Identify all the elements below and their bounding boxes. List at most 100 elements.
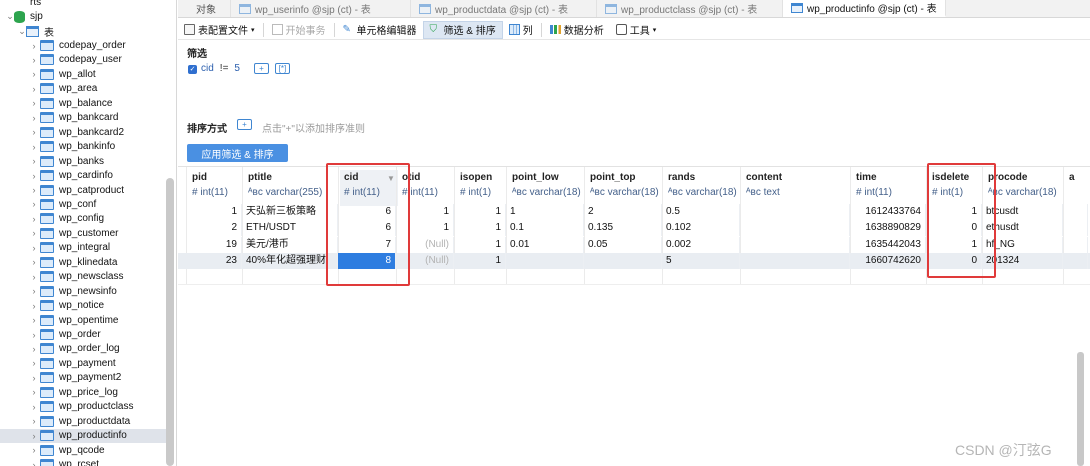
chevron-right-icon[interactable]: ›: [30, 272, 38, 282]
chevron-right-icon[interactable]: ›: [30, 445, 38, 455]
sidebar-table-item[interactable]: › wp_payment2: [0, 371, 166, 385]
cell-ptitle[interactable]: ETH/USDT: [242, 220, 338, 237]
sidebar-table-item[interactable]: › wp_order_log: [0, 342, 166, 356]
chevron-right-icon[interactable]: ›: [30, 214, 38, 224]
chevron-right-icon[interactable]: ›: [30, 171, 38, 181]
tab-0[interactable]: 对象: [178, 0, 231, 17]
chevron-right-icon[interactable]: ›: [30, 113, 38, 123]
add-sort-button[interactable]: +: [237, 119, 252, 130]
sidebar-table-item[interactable]: › wp_order: [0, 327, 166, 341]
tree-node-db[interactable]: ⌄ sjp: [0, 9, 166, 23]
chevron-right-icon[interactable]: ›: [30, 41, 38, 51]
chevron-right-icon[interactable]: ›: [30, 84, 38, 94]
data-analysis-button[interactable]: 数据分析: [544, 21, 610, 39]
cell-point_top[interactable]: 0.05: [584, 236, 662, 253]
chevron-right-icon[interactable]: ›: [30, 402, 38, 412]
sidebar-table-item[interactable]: › codepay_order: [0, 38, 166, 52]
apply-filter-sort-button[interactable]: 应用筛选 & 排序: [187, 144, 288, 162]
column-header-point_low[interactable]: point_low ᴬʙᴄ varchar(18): [508, 170, 586, 206]
cell-rands[interactable]: 0.102: [662, 220, 740, 237]
chevron-right-icon[interactable]: ›: [30, 460, 38, 466]
chevron-right-icon[interactable]: ›: [30, 315, 38, 325]
tab-3[interactable]: wp_productclass @sjp (ct) - 表: [597, 0, 783, 17]
cell-point_top[interactable]: [584, 253, 662, 270]
sidebar-table-item[interactable]: › wp_newsclass: [0, 270, 166, 284]
sidebar-table-item[interactable]: › wp_balance: [0, 96, 166, 110]
chevron-right-icon[interactable]: ›: [30, 243, 38, 253]
chevron-right-icon[interactable]: ›: [30, 156, 38, 166]
cell-isopen[interactable]: 1: [454, 204, 506, 220]
sidebar-table-item[interactable]: › wp_rcset: [0, 457, 166, 466]
cell-pid[interactable]: 19: [186, 236, 242, 253]
chevron-right-icon[interactable]: ›: [30, 185, 38, 195]
chevron-right-icon[interactable]: ›: [30, 127, 38, 137]
cell-content[interactable]: [740, 236, 850, 253]
chevron-right-icon[interactable]: ›: [30, 55, 38, 65]
tab-1[interactable]: wp_userinfo @sjp (ct) - 表: [231, 0, 411, 17]
chevron-right-icon[interactable]: ›: [30, 416, 38, 426]
chevron-right-icon[interactable]: ›: [30, 98, 38, 108]
sidebar-table-item[interactable]: › wp_productdata: [0, 414, 166, 428]
sidebar-table-item[interactable]: › wp_payment: [0, 356, 166, 370]
sidebar-table-item[interactable]: › wp_productclass: [0, 400, 166, 414]
cell-ptitle[interactable]: 天弘新三板策略: [242, 204, 338, 220]
sidebar-scrollbar[interactable]: [166, 178, 174, 466]
filter-condition[interactable]: cid != 5 + [*]: [201, 63, 290, 74]
cell-isopen[interactable]: 1: [454, 220, 506, 237]
sidebar-table-item[interactable]: › wp_banks: [0, 154, 166, 168]
columns-button[interactable]: 列: [503, 21, 539, 39]
cell-pid[interactable]: 2: [186, 220, 242, 237]
cell-a[interactable]: [1063, 204, 1088, 220]
cell-time[interactable]: 1635442043: [850, 236, 926, 253]
cell-time[interactable]: 1612433764: [850, 204, 926, 220]
vertical-scrollbar[interactable]: [1077, 352, 1084, 466]
cell-point_low[interactable]: 0.01: [506, 236, 584, 253]
sidebar-table-item[interactable]: › wp_qcode: [0, 443, 166, 457]
chevron-right-icon[interactable]: ›: [30, 330, 38, 340]
sidebar-table-item[interactable]: › wp_catproduct: [0, 183, 166, 197]
cell-ptitle[interactable]: 美元/港币: [242, 236, 338, 253]
sidebar-table-item[interactable]: › wp_integral: [0, 241, 166, 255]
add-bracket-button[interactable]: [*]: [274, 63, 290, 74]
chevron-right-icon[interactable]: ›: [30, 373, 38, 383]
sidebar-table-item[interactable]: › wp_cardinfo: [0, 168, 166, 182]
column-header-procode[interactable]: procode ᴬʙᴄ varchar(18): [984, 170, 1065, 206]
chevron-right-icon[interactable]: ›: [30, 69, 38, 79]
filter-value[interactable]: 5: [234, 63, 240, 74]
cell-pid[interactable]: 1: [186, 204, 242, 220]
sidebar-table-item[interactable]: › wp_bankcard: [0, 111, 166, 125]
chevron-down-icon[interactable]: ⌄: [6, 11, 14, 22]
cell-a[interactable]: [1063, 253, 1088, 270]
sidebar-table-item[interactable]: › wp_newsinfo: [0, 284, 166, 298]
chevron-right-icon[interactable]: ›: [30, 358, 38, 368]
cell-point_top[interactable]: 2: [584, 204, 662, 220]
cell-point_low[interactable]: [506, 253, 584, 270]
column-header-rands[interactable]: rands ᴬʙᴄ varchar(18): [664, 170, 742, 206]
chevron-right-icon[interactable]: ›: [30, 142, 38, 152]
cell-isopen[interactable]: 1: [454, 253, 506, 270]
sidebar-table-item[interactable]: › wp_conf: [0, 197, 166, 211]
sidebar-table-item[interactable]: › wp_bankinfo: [0, 140, 166, 154]
sidebar-table-item[interactable]: › wp_allot: [0, 67, 166, 81]
chevron-right-icon[interactable]: ›: [30, 228, 38, 238]
cell-content[interactable]: [740, 220, 850, 237]
add-condition-button[interactable]: +: [253, 63, 269, 74]
sidebar-table-item[interactable]: › wp_productinfo: [0, 428, 166, 443]
cell-isopen[interactable]: 1: [454, 236, 506, 253]
cell-a[interactable]: [1063, 236, 1088, 253]
tools-button[interactable]: 工具 ▾: [610, 21, 663, 39]
tab-4[interactable]: wp_productinfo @sjp (ct) - 表: [783, 0, 946, 17]
chevron-down-icon[interactable]: ⌄: [18, 26, 26, 37]
filter-field[interactable]: cid: [201, 63, 214, 74]
chevron-right-icon[interactable]: ›: [30, 199, 38, 209]
cell-content[interactable]: [740, 204, 850, 220]
filter-sort-button[interactable]: ⛉ 筛选 & 排序: [422, 20, 503, 39]
cell-a[interactable]: [1063, 220, 1088, 237]
cell-rands[interactable]: 0.002: [662, 236, 740, 253]
sidebar-table-item[interactable]: › wp_klinedata: [0, 255, 166, 269]
column-header-a[interactable]: a: [1065, 170, 1090, 206]
cell-pid[interactable]: 23: [186, 253, 242, 270]
sidebar-table-item[interactable]: › wp_bankcard2: [0, 125, 166, 139]
sidebar-table-item[interactable]: › wp_config: [0, 212, 166, 226]
cell-time[interactable]: 1638890829: [850, 220, 926, 237]
